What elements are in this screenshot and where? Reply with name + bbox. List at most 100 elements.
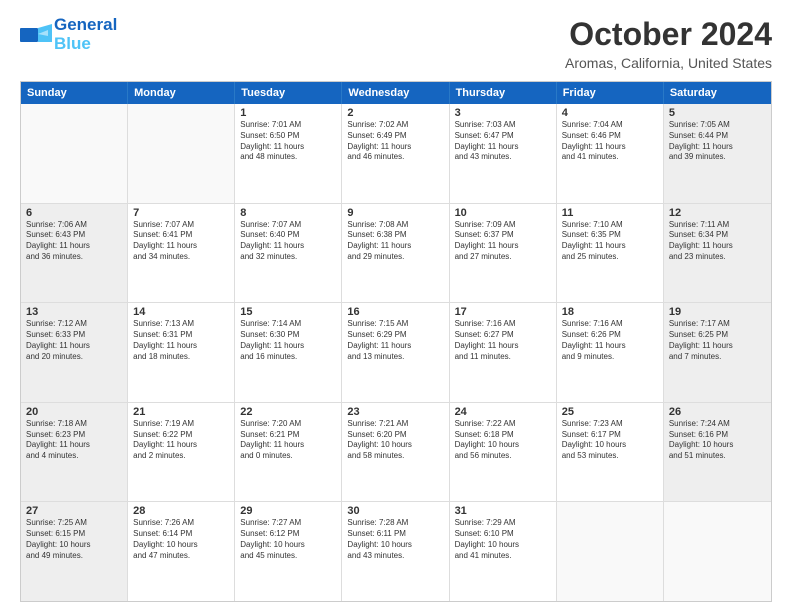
- week-row-2: 6Sunrise: 7:06 AMSunset: 6:43 PMDaylight…: [21, 204, 771, 304]
- calendar-body: 1Sunrise: 7:01 AMSunset: 6:50 PMDaylight…: [21, 104, 771, 601]
- cell-line: Sunrise: 7:21 AM: [347, 419, 443, 430]
- cell-line: and 13 minutes.: [347, 352, 443, 363]
- cell-line: and 20 minutes.: [26, 352, 122, 363]
- cell-line: and 47 minutes.: [133, 551, 229, 562]
- cell-line: Sunset: 6:11 PM: [347, 529, 443, 540]
- cal-cell: [128, 104, 235, 203]
- cell-line: Sunset: 6:33 PM: [26, 330, 122, 341]
- cell-line: Daylight: 11 hours: [669, 341, 766, 352]
- cal-cell: 30Sunrise: 7:28 AMSunset: 6:11 PMDayligh…: [342, 502, 449, 601]
- cell-line: Sunrise: 7:14 AM: [240, 319, 336, 330]
- cell-line: Daylight: 10 hours: [455, 540, 551, 551]
- cell-line: Daylight: 11 hours: [26, 440, 122, 451]
- day-number: 20: [26, 406, 122, 418]
- cell-line: and 46 minutes.: [347, 152, 443, 163]
- cell-line: Daylight: 11 hours: [347, 241, 443, 252]
- cell-line: Sunset: 6:34 PM: [669, 230, 766, 241]
- cal-cell: 28Sunrise: 7:26 AMSunset: 6:14 PMDayligh…: [128, 502, 235, 601]
- cell-line: Daylight: 11 hours: [240, 341, 336, 352]
- cell-line: and 51 minutes.: [669, 451, 766, 462]
- day-number: 10: [455, 207, 551, 219]
- cal-cell: 2Sunrise: 7:02 AMSunset: 6:49 PMDaylight…: [342, 104, 449, 203]
- cell-line: and 43 minutes.: [347, 551, 443, 562]
- cal-cell: 4Sunrise: 7:04 AMSunset: 6:46 PMDaylight…: [557, 104, 664, 203]
- cell-line: Daylight: 11 hours: [240, 241, 336, 252]
- cal-cell: 9Sunrise: 7:08 AMSunset: 6:38 PMDaylight…: [342, 204, 449, 303]
- cell-line: Sunset: 6:22 PM: [133, 430, 229, 441]
- cal-cell: 21Sunrise: 7:19 AMSunset: 6:22 PMDayligh…: [128, 403, 235, 502]
- cell-line: and 34 minutes.: [133, 252, 229, 263]
- cell-line: and 11 minutes.: [455, 352, 551, 363]
- cal-cell: 5Sunrise: 7:05 AMSunset: 6:44 PMDaylight…: [664, 104, 771, 203]
- cell-line: Daylight: 10 hours: [562, 440, 658, 451]
- logo-line2: Blue: [54, 35, 117, 54]
- cell-line: Sunrise: 7:13 AM: [133, 319, 229, 330]
- cell-line: Sunrise: 7:07 AM: [240, 220, 336, 231]
- cell-line: Sunset: 6:23 PM: [26, 430, 122, 441]
- day-number: 30: [347, 505, 443, 517]
- week-row-4: 20Sunrise: 7:18 AMSunset: 6:23 PMDayligh…: [21, 403, 771, 503]
- cell-line: Sunset: 6:16 PM: [669, 430, 766, 441]
- cell-line: Sunrise: 7:18 AM: [26, 419, 122, 430]
- cell-line: and 25 minutes.: [562, 252, 658, 263]
- cell-line: Sunset: 6:29 PM: [347, 330, 443, 341]
- cell-line: and 32 minutes.: [240, 252, 336, 263]
- cell-line: Daylight: 11 hours: [669, 142, 766, 153]
- day-number: 4: [562, 107, 658, 119]
- cal-cell: [21, 104, 128, 203]
- cell-line: Sunrise: 7:22 AM: [455, 419, 551, 430]
- cal-cell: 20Sunrise: 7:18 AMSunset: 6:23 PMDayligh…: [21, 403, 128, 502]
- cal-cell: 3Sunrise: 7:03 AMSunset: 6:47 PMDaylight…: [450, 104, 557, 203]
- cell-line: Sunrise: 7:23 AM: [562, 419, 658, 430]
- day-of-week-thursday: Thursday: [450, 82, 557, 104]
- month-title: October 2024: [565, 16, 772, 53]
- cell-line: Sunset: 6:43 PM: [26, 230, 122, 241]
- day-number: 16: [347, 306, 443, 318]
- day-number: 11: [562, 207, 658, 219]
- cell-line: Sunset: 6:10 PM: [455, 529, 551, 540]
- cell-line: Sunrise: 7:06 AM: [26, 220, 122, 231]
- day-number: 1: [240, 107, 336, 119]
- day-number: 23: [347, 406, 443, 418]
- cell-line: Sunset: 6:15 PM: [26, 529, 122, 540]
- page: General Blue October 2024 Aromas, Califo…: [0, 0, 792, 612]
- cell-line: Sunrise: 7:12 AM: [26, 319, 122, 330]
- cell-line: and 9 minutes.: [562, 352, 658, 363]
- day-number: 12: [669, 207, 766, 219]
- cal-cell: 31Sunrise: 7:29 AMSunset: 6:10 PMDayligh…: [450, 502, 557, 601]
- cell-line: Sunset: 6:49 PM: [347, 131, 443, 142]
- cell-line: Sunset: 6:30 PM: [240, 330, 336, 341]
- cell-line: and 41 minutes.: [455, 551, 551, 562]
- cell-line: Sunrise: 7:11 AM: [669, 220, 766, 231]
- week-row-5: 27Sunrise: 7:25 AMSunset: 6:15 PMDayligh…: [21, 502, 771, 601]
- cell-line: and 45 minutes.: [240, 551, 336, 562]
- cell-line: and 41 minutes.: [562, 152, 658, 163]
- day-number: 25: [562, 406, 658, 418]
- day-number: 21: [133, 406, 229, 418]
- cell-line: Sunset: 6:37 PM: [455, 230, 551, 241]
- week-row-1: 1Sunrise: 7:01 AMSunset: 6:50 PMDaylight…: [21, 104, 771, 204]
- cal-cell: 16Sunrise: 7:15 AMSunset: 6:29 PMDayligh…: [342, 303, 449, 402]
- cell-line: and 0 minutes.: [240, 451, 336, 462]
- cell-line: Sunset: 6:38 PM: [347, 230, 443, 241]
- cell-line: Sunset: 6:21 PM: [240, 430, 336, 441]
- cell-line: Sunset: 6:12 PM: [240, 529, 336, 540]
- cell-line: and 58 minutes.: [347, 451, 443, 462]
- cell-line: and 49 minutes.: [26, 551, 122, 562]
- cell-line: and 16 minutes.: [240, 352, 336, 363]
- cell-line: Daylight: 10 hours: [240, 540, 336, 551]
- cell-line: Sunrise: 7:04 AM: [562, 120, 658, 131]
- calendar: SundayMondayTuesdayWednesdayThursdayFrid…: [20, 81, 772, 602]
- day-of-week-friday: Friday: [557, 82, 664, 104]
- logo-icon: [20, 24, 52, 46]
- cell-line: Sunset: 6:41 PM: [133, 230, 229, 241]
- cell-line: and 18 minutes.: [133, 352, 229, 363]
- cell-line: Daylight: 11 hours: [347, 341, 443, 352]
- cal-cell: 26Sunrise: 7:24 AMSunset: 6:16 PMDayligh…: [664, 403, 771, 502]
- cell-line: Sunrise: 7:02 AM: [347, 120, 443, 131]
- logo: General Blue: [20, 16, 117, 53]
- day-number: 2: [347, 107, 443, 119]
- cell-line: and 27 minutes.: [455, 252, 551, 263]
- cell-line: Sunrise: 7:17 AM: [669, 319, 766, 330]
- day-number: 17: [455, 306, 551, 318]
